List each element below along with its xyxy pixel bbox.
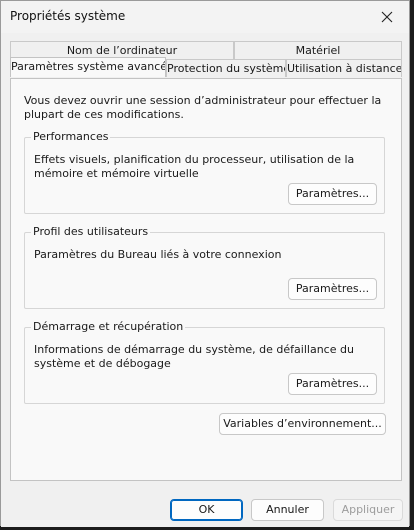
ok-button[interactable]: OK [170, 499, 243, 521]
user-profiles-settings-button[interactable]: Paramètres... [288, 278, 377, 300]
tab-panel-advanced: Vous devez ouvrir une session d’administ… [10, 78, 402, 481]
startup-recovery-group: Démarrage et récupération Informations d… [24, 320, 385, 404]
user-profiles-group: Profil des utilisateurs Paramètres du Bu… [24, 225, 385, 309]
group-description: Informations de démarrage du système, de… [34, 343, 354, 370]
cancel-button[interactable]: Annuler [251, 499, 324, 521]
close-button[interactable] [365, 1, 409, 33]
tab-row-front: Paramètres système avancés Protection du… [10, 57, 402, 77]
tab-label: Paramètres système avancés [11, 60, 166, 73]
admin-notice: Vous devez ouvrir une session d’administ… [24, 94, 382, 121]
close-icon [381, 11, 393, 23]
tab-advanced-system-settings[interactable]: Paramètres système avancés [10, 57, 166, 77]
group-description: Effets visuels, planification du process… [34, 153, 355, 180]
title-bar: Propriétés système [1, 1, 409, 33]
performance-settings-button[interactable]: Paramètres... [288, 183, 377, 205]
environment-variables-button[interactable]: Variables d’environnement... [219, 413, 386, 435]
dialog-footer: OK Annuler Appliquer [1, 489, 409, 527]
tab-label: Nom de l’ordinateur [66, 44, 178, 57]
apply-button[interactable]: Appliquer [333, 499, 403, 521]
system-properties-dialog: Propriétés système Nom de l’ordinateur M… [0, 0, 410, 527]
tab-system-protection[interactable]: Protection du système [166, 59, 286, 77]
startup-recovery-settings-button[interactable]: Paramètres... [288, 373, 377, 395]
tab-remote[interactable]: Utilisation à distance [286, 59, 402, 77]
group-legend: Performances [31, 130, 111, 143]
performance-group: Performances Effets visuels, planificati… [24, 130, 385, 214]
group-legend: Profil des utilisateurs [31, 225, 151, 238]
group-description: Paramètres du Bureau liés à votre connex… [34, 248, 282, 261]
tab-label: Matériel [295, 44, 341, 57]
group-legend: Démarrage et récupération [31, 320, 186, 333]
tab-hardware[interactable]: Matériel [234, 41, 402, 59]
window-title: Propriétés système [10, 9, 126, 23]
tab-label: Utilisation à distance [287, 62, 402, 75]
tab-label: Protection du système [167, 62, 286, 75]
